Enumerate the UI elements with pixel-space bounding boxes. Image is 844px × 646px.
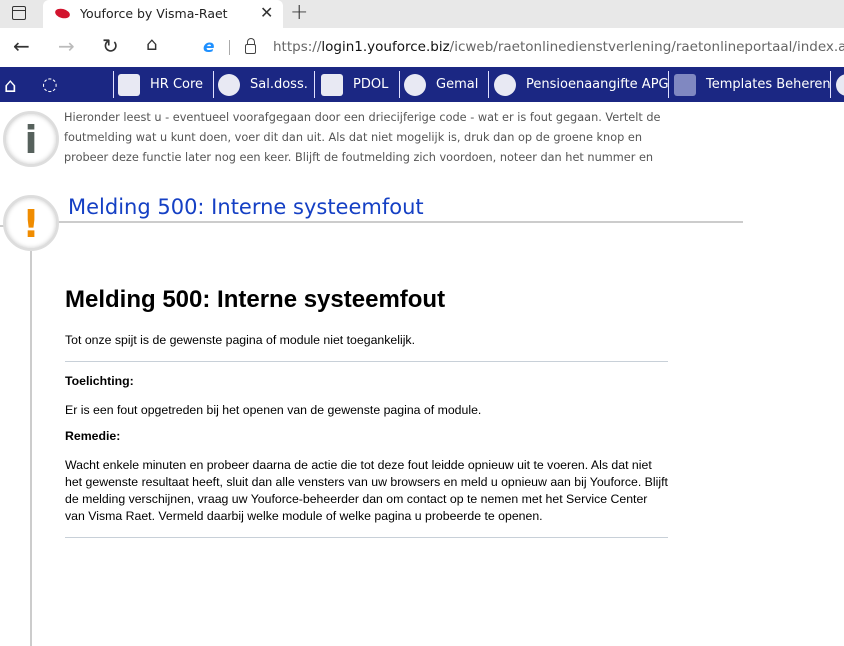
url-prefix: https://: [273, 39, 322, 55]
address-row: ← → ↻ ⌂ e https://login1.youforce.biz/ic…: [0, 28, 844, 67]
warning-icon: !: [3, 195, 59, 251]
timeline-line: [30, 250, 32, 646]
collapse-icon[interactable]: ◌: [42, 67, 58, 102]
browser-tab-bar: Youforce by Visma-Raet ✕ +: [0, 0, 844, 28]
back-icon[interactable]: ←: [13, 34, 30, 58]
remedie-text: Wacht enkele minuten en probeer daarna d…: [65, 458, 668, 523]
url-text[interactable]: https://login1.youforce.biz/icweb/raeton…: [273, 39, 844, 55]
remedie-label: Remedie:: [65, 429, 121, 443]
browser-tab[interactable]: Youforce by Visma-Raet ✕: [43, 0, 283, 28]
divider: [830, 71, 831, 98]
new-tab-icon[interactable]: +: [290, 0, 308, 25]
divider: [113, 71, 114, 98]
divider: [488, 71, 489, 98]
info-text: Hieronder leest u - eventueel voorafgega…: [64, 111, 661, 164]
divider: [399, 71, 400, 98]
coins-icon: [404, 73, 426, 96]
divider: [213, 71, 214, 98]
nav-item-saldoss[interactable]: Sal.doss.: [218, 67, 308, 102]
refresh-icon[interactable]: ↻: [102, 34, 119, 58]
toelichting-text: Er is een fout opgetreden bij het openen…: [65, 403, 482, 417]
ie-mode-icon[interactable]: e: [203, 37, 215, 57]
divider: [314, 71, 315, 98]
url-path: /icweb/raetonlinedienstverlening/raetonl…: [449, 39, 844, 55]
tab-title: Youforce by Visma-Raet: [80, 6, 228, 21]
nav-item-hr-core[interactable]: HR Core: [118, 67, 203, 102]
message-header: Melding 500: Interne systeemfout: [68, 195, 424, 219]
document-icon: [674, 73, 696, 96]
more-icon[interactable]: [836, 67, 844, 102]
close-tab-icon[interactable]: ✕: [260, 3, 273, 22]
visma-logo-icon: [54, 7, 71, 20]
circle-icon: [836, 73, 844, 96]
nav-label: Templates Beheren: [706, 77, 831, 92]
divider: [65, 361, 668, 362]
forward-icon[interactable]: →: [58, 34, 75, 58]
nav-item-gemal[interactable]: Gemal: [404, 67, 478, 102]
error-intro: Tot onze spijt is de gewenste pagina of …: [65, 333, 415, 347]
divider: [229, 40, 230, 55]
nav-label: Sal.doss.: [250, 77, 308, 92]
divider: [65, 537, 668, 538]
error-title: Melding 500: Interne systeemfout: [65, 286, 446, 313]
nav-label: Pensioenaangifte APG: [526, 77, 669, 92]
app-nav-bar: ⌂ ◌ HR Core Sal.doss. PDOL Gemal Pensioe…: [0, 67, 844, 102]
toelichting-label: Toelichting:: [65, 374, 134, 388]
nav-label: HR Core: [150, 77, 204, 92]
nav-label: PDOL: [353, 77, 389, 92]
nav-item-pensioenaangifte[interactable]: Pensioenaangifte APG: [494, 67, 669, 102]
nav-label: Gemal: [436, 77, 479, 92]
salary-gear-icon: [218, 73, 240, 96]
error-content: Melding 500: Interne systeemfout Tot onz…: [65, 286, 668, 550]
nav-item-templates[interactable]: Templates Beheren: [674, 67, 831, 102]
lock-icon[interactable]: [245, 38, 256, 54]
divider: [668, 71, 669, 98]
home-icon[interactable]: ⌂: [4, 67, 17, 102]
url-host: login1.youforce.biz: [321, 39, 450, 55]
tab-actions-icon[interactable]: [12, 6, 26, 20]
header-underline: [58, 221, 743, 223]
address-bar[interactable]: e https://login1.youforce.biz/icweb/raet…: [185, 32, 844, 62]
binders-icon: [321, 73, 343, 96]
nav-item-pdol[interactable]: PDOL: [321, 67, 388, 102]
home-icon[interactable]: ⌂: [146, 34, 157, 55]
hr-core-icon: [118, 73, 140, 96]
info-icon: i: [3, 111, 59, 167]
people-icon: [494, 73, 516, 96]
